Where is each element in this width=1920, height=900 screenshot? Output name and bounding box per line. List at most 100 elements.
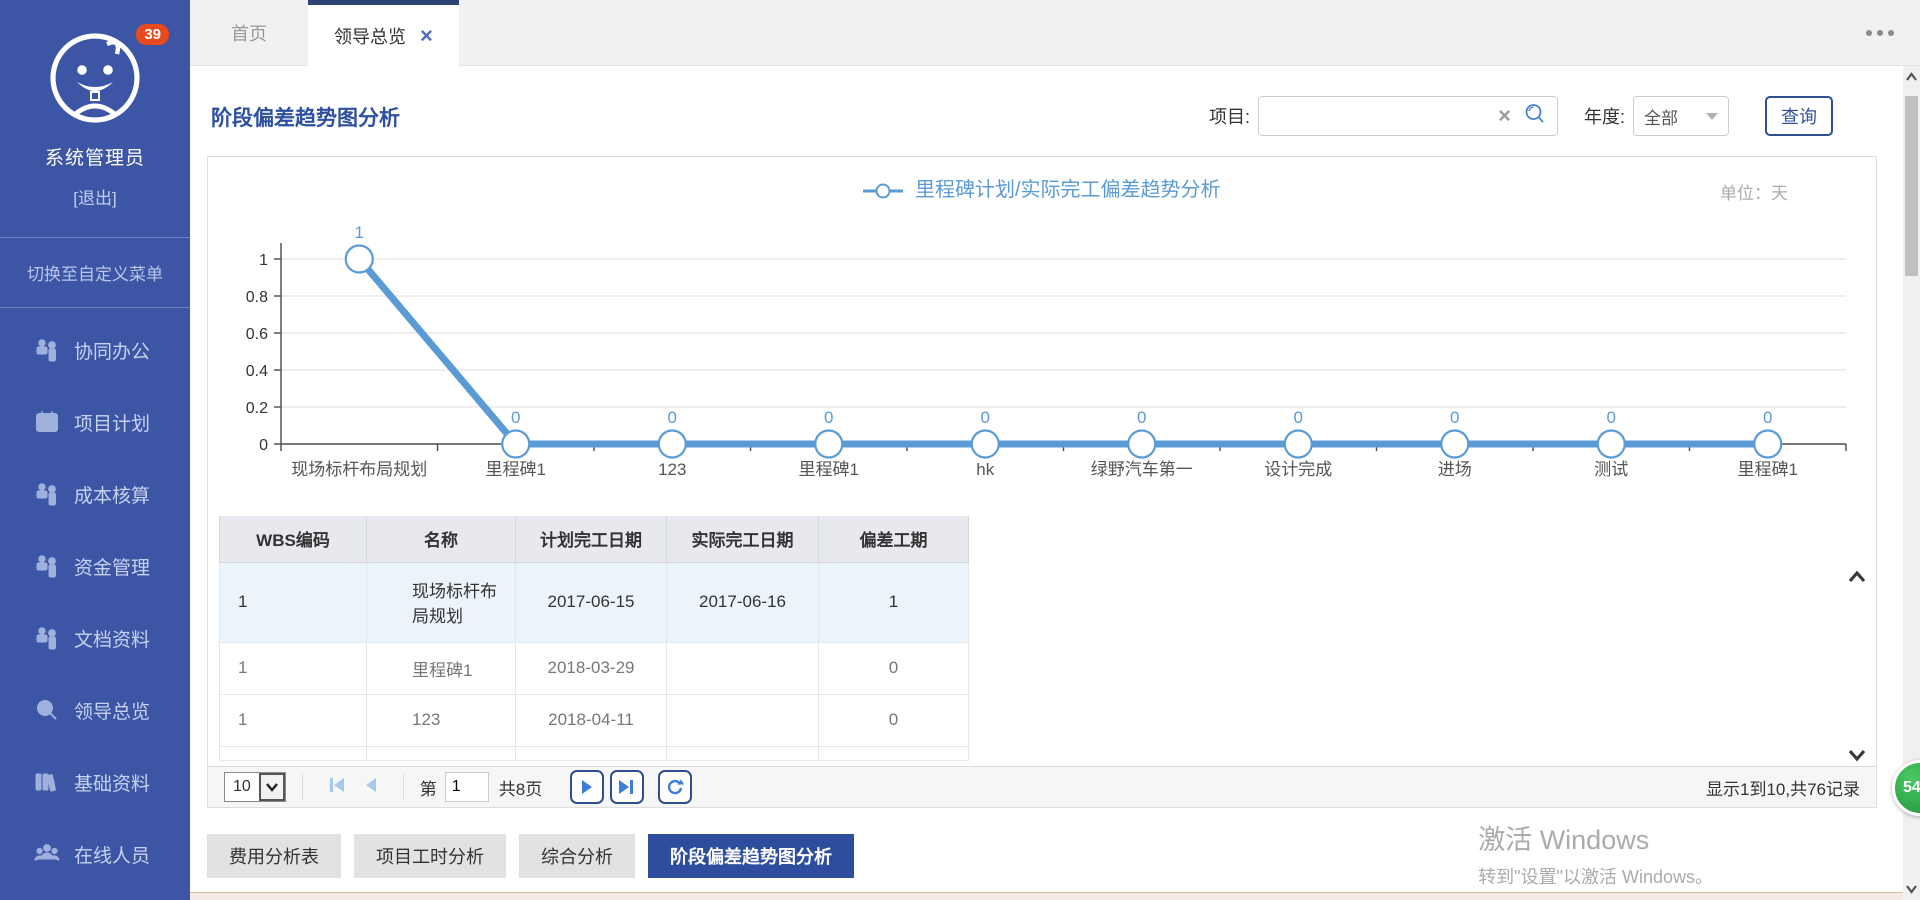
column-header[interactable]: 名称 bbox=[367, 516, 516, 562]
svg-text:0: 0 bbox=[1294, 408, 1303, 427]
sidebar-item-label: 协同办公 bbox=[74, 337, 150, 364]
svg-text:现场标杆布局规划: 现场标杆布局规划 bbox=[291, 460, 427, 479]
bottom-tab-2[interactable]: 综合分析 bbox=[519, 834, 635, 878]
svg-text:0: 0 bbox=[1763, 408, 1772, 427]
svg-text:1: 1 bbox=[355, 223, 364, 242]
legend-marker-icon bbox=[863, 183, 903, 199]
svg-text:0.4: 0.4 bbox=[246, 363, 268, 380]
project-search-input[interactable] bbox=[1259, 97, 1498, 135]
svg-text:里程碑1: 里程碑1 bbox=[486, 460, 546, 479]
column-header[interactable]: 实际完工日期 bbox=[667, 516, 819, 562]
query-button[interactable]: 查询 bbox=[1765, 96, 1833, 136]
last-page-button[interactable] bbox=[610, 770, 644, 804]
svg-text:0.8: 0.8 bbox=[246, 289, 268, 306]
tab-0[interactable]: 首页 bbox=[190, 0, 308, 66]
bottom-tab-1[interactable]: 项目工时分析 bbox=[354, 834, 506, 878]
table-row[interactable]: 11232018-04-110 bbox=[220, 694, 969, 746]
svg-text:0: 0 bbox=[1607, 408, 1616, 427]
user-block: 39 系统管理员 [退出] bbox=[0, 0, 190, 209]
year-select[interactable]: 全部 bbox=[1633, 96, 1729, 136]
sidebar-item-label: 项目计划 bbox=[74, 409, 150, 436]
table-cell: 2018-04-11 bbox=[516, 694, 667, 746]
prev-page-button[interactable] bbox=[363, 776, 379, 799]
books-icon bbox=[34, 770, 60, 794]
column-header[interactable]: 计划完工日期 bbox=[516, 516, 667, 562]
sidebar-item-2[interactable]: 成本核算 bbox=[0, 458, 190, 530]
pagination-bar: 10 第 共8页 bbox=[208, 766, 1876, 807]
year-select-value: 全部 bbox=[1644, 104, 1678, 129]
clear-icon[interactable]: × bbox=[1498, 103, 1511, 129]
table-cell bbox=[667, 642, 819, 694]
table-cell: 0 bbox=[819, 694, 969, 746]
top-tabbar: 首页 领导总览× bbox=[190, 0, 1920, 66]
chart-unit-label: 单位：天 bbox=[1720, 179, 1788, 204]
avatar[interactable] bbox=[47, 113, 143, 130]
trend-panel: 里程碑计划/实际完工偏差趋势分析 单位：天 00.20.40.60.811现场标… bbox=[207, 156, 1877, 808]
record-summary: 显示1到10,共76记录 bbox=[1706, 775, 1860, 800]
scrollbar-down-icon[interactable] bbox=[1905, 884, 1918, 894]
sidebar-item-1[interactable]: 项目计划 bbox=[0, 386, 190, 458]
svg-text:0: 0 bbox=[668, 408, 677, 427]
calendar-icon bbox=[34, 410, 60, 434]
close-icon[interactable]: × bbox=[420, 25, 433, 47]
chevron-down-icon bbox=[1706, 113, 1718, 120]
next-page-button[interactable] bbox=[570, 770, 604, 804]
table-cell: 1 bbox=[220, 562, 367, 642]
deviation-table-wrap: WBS编码名称计划完工日期实际完工日期偏差工期1现场标杆布局规划2017-06-… bbox=[219, 516, 1876, 768]
svg-text:设计完成: 设计完成 bbox=[1264, 460, 1332, 479]
column-header[interactable]: WBS编码 bbox=[220, 516, 367, 562]
scroll-down-icon[interactable] bbox=[1847, 746, 1867, 764]
logout-link[interactable]: [退出] bbox=[0, 184, 190, 209]
svg-text:0: 0 bbox=[824, 408, 833, 427]
page-size-select[interactable]: 10 bbox=[224, 772, 286, 802]
sidebar-item-6[interactable]: 基础资料 bbox=[0, 746, 190, 818]
total-pages-label: 共8页 bbox=[499, 775, 542, 800]
refresh-button[interactable] bbox=[658, 770, 692, 804]
search-icon[interactable] bbox=[1523, 102, 1547, 131]
main-content: 阶段偏差趋势图分析 项目: × 年度: 全部 查询 bbox=[190, 66, 1903, 900]
scroll-up-icon[interactable] bbox=[1847, 568, 1867, 586]
svg-text:123: 123 bbox=[658, 460, 686, 479]
table-row[interactable]: 1现场标杆布局规划2017-06-152017-06-161 bbox=[220, 562, 969, 642]
sidebar-item-label: 资金管理 bbox=[74, 553, 150, 580]
svg-text:里程碑1: 里程碑1 bbox=[799, 460, 859, 479]
column-header[interactable]: 偏差工期 bbox=[819, 516, 969, 562]
chart-legend[interactable]: 里程碑计划/实际完工偏差趋势分析 bbox=[208, 173, 1876, 202]
svg-text:里程碑1: 里程碑1 bbox=[1738, 460, 1798, 479]
tab-1[interactable]: 领导总览× bbox=[308, 0, 459, 66]
scrollbar-up-icon[interactable] bbox=[1905, 72, 1918, 82]
first-page-button[interactable] bbox=[327, 776, 347, 799]
project-search-box: × bbox=[1258, 96, 1558, 136]
svg-text:0: 0 bbox=[511, 408, 520, 427]
scrollbar-thumb[interactable] bbox=[1905, 96, 1918, 276]
switch-custom-menu[interactable]: 切换至自定义菜单 bbox=[0, 237, 190, 308]
bottom-tab-3[interactable]: 阶段偏差趋势图分析 bbox=[648, 834, 854, 878]
current-page-input[interactable] bbox=[445, 772, 489, 802]
notification-count-badge: 39 bbox=[136, 24, 169, 45]
trend-line-chart: 00.20.40.60.811现场标杆布局规划0里程碑101230里程碑10hk… bbox=[208, 205, 1868, 505]
tab-label: 首页 bbox=[231, 20, 267, 46]
sidebar-item-7[interactable]: 在线人员 bbox=[0, 818, 190, 890]
svg-text:0: 0 bbox=[981, 408, 990, 427]
sidebar-item-5[interactable]: 领导总览 bbox=[0, 674, 190, 746]
sidebar-item-4[interactable]: 文档资料 bbox=[0, 602, 190, 674]
windows-activation-watermark: 激活 Windows 转到"设置"以激活 Windows。 bbox=[1478, 818, 1713, 889]
sidebar-item-label: 在线人员 bbox=[74, 841, 150, 868]
bottom-tab-0[interactable]: 费用分析表 bbox=[207, 834, 341, 878]
table-cell: 里程碑1 bbox=[367, 642, 516, 694]
sidebar: 39 系统管理员 [退出] 切换至自定义菜单 协同办公项目计划成本核算资金管理文… bbox=[0, 0, 190, 900]
toolbar: 阶段偏差趋势图分析 项目: × 年度: 全部 查询 bbox=[190, 66, 1903, 156]
search-icon bbox=[34, 698, 60, 722]
sidebar-item-3[interactable]: 资金管理 bbox=[0, 530, 190, 602]
table-scrollbar bbox=[1846, 568, 1868, 764]
project-filter-label: 项目: bbox=[1209, 103, 1250, 129]
table-cell: 现场标杆布局规划 bbox=[367, 562, 516, 642]
more-tabs-menu-icon[interactable] bbox=[1866, 30, 1894, 36]
svg-text:1: 1 bbox=[259, 252, 268, 269]
people-icon bbox=[34, 626, 60, 650]
username: 系统管理员 bbox=[0, 143, 190, 170]
table-row[interactable]: 1里程碑12018-03-290 bbox=[220, 642, 969, 694]
table-row-partial bbox=[220, 746, 969, 760]
sidebar-item-0[interactable]: 协同办公 bbox=[0, 314, 190, 386]
svg-text:绿野汽车第一: 绿野汽车第一 bbox=[1091, 460, 1193, 479]
